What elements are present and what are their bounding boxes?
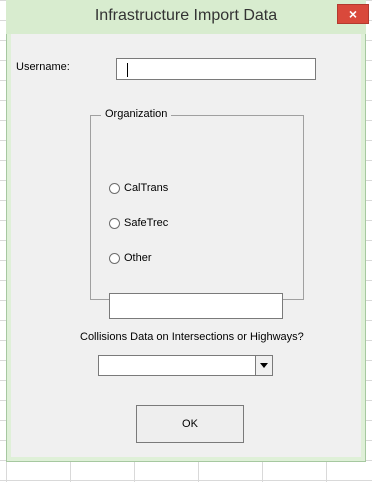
radio-caltrans[interactable]: CalTrans xyxy=(109,182,168,194)
dialog-title: Infrastructure Import Data xyxy=(94,7,278,24)
radio-button-icon[interactable] xyxy=(109,252,120,264)
dropdown-button[interactable] xyxy=(255,356,272,375)
collisions-dropdown[interactable] xyxy=(98,355,273,376)
organization-legend: Organization xyxy=(101,108,172,120)
radio-button-icon[interactable] xyxy=(109,182,120,194)
username-input[interactable] xyxy=(116,58,316,80)
close-icon: × xyxy=(348,6,358,22)
dialog-body: Username: Organization CalTrans SafeTrec… xyxy=(12,34,360,456)
radio-safetrec[interactable]: SafeTrec xyxy=(109,217,168,229)
username-label: Username: xyxy=(16,61,70,73)
radio-other[interactable]: Other xyxy=(109,252,152,264)
radio-button-icon[interactable] xyxy=(109,217,120,229)
other-organization-input[interactable] xyxy=(109,293,283,319)
organization-group: Organization CalTrans SafeTrec Other xyxy=(90,108,304,319)
radio-caltrans-label: CalTrans xyxy=(124,182,169,194)
close-button[interactable]: × xyxy=(337,4,369,24)
title-bar[interactable]: Infrastructure Import Data × xyxy=(6,0,369,34)
text-caret xyxy=(127,63,128,77)
radio-safetrec-label: SafeTrec xyxy=(124,217,169,229)
collisions-label: Collisions Data on Intersections or High… xyxy=(80,331,304,343)
radio-other-label: Other xyxy=(124,252,152,264)
chevron-down-icon xyxy=(260,363,268,368)
ok-button[interactable]: OK xyxy=(136,405,244,443)
